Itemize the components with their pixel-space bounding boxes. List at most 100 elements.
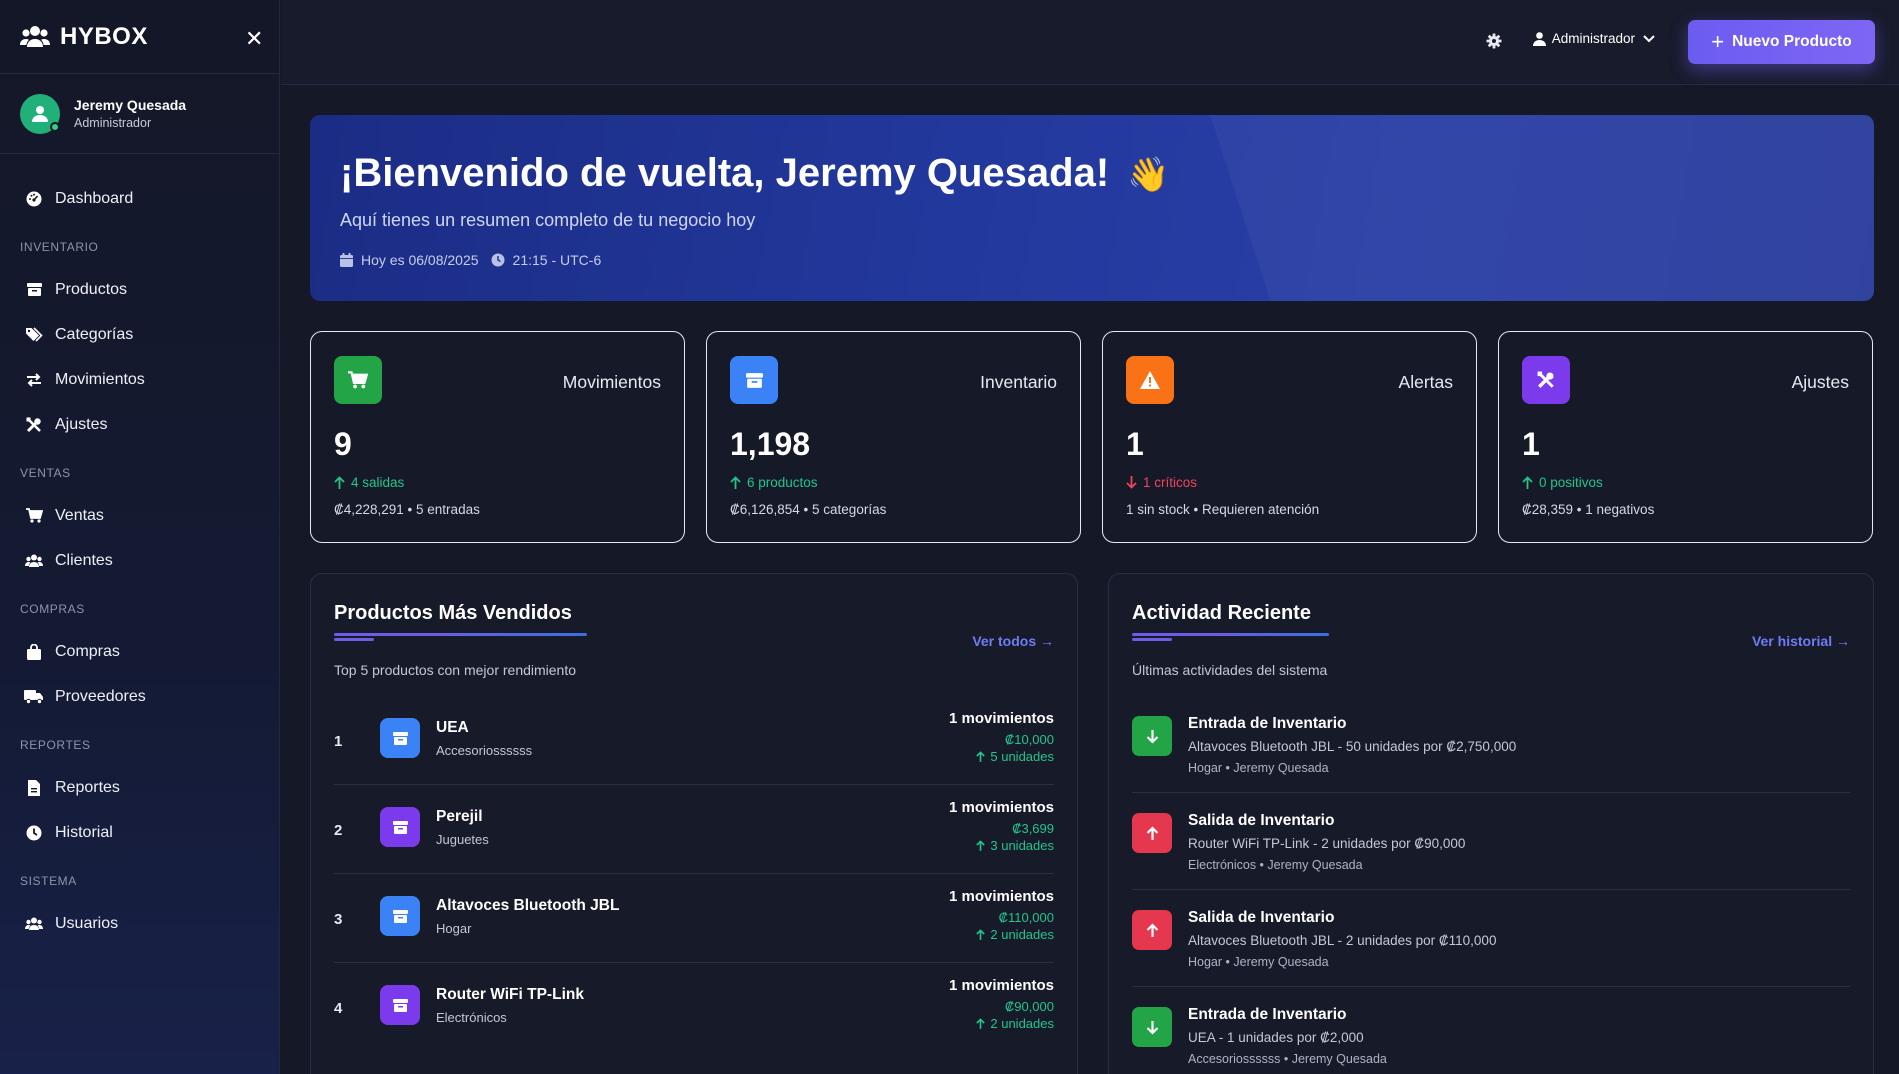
- close-sidebar-icon[interactable]: ✕: [245, 28, 263, 50]
- user-role: Administrador: [74, 116, 152, 130]
- user-profile[interactable]: Jeremy Quesada Administrador: [0, 74, 279, 154]
- user-name: Jeremy Quesada: [74, 97, 187, 113]
- sidebar-item-productos[interactable]: Productos: [0, 267, 279, 312]
- product-row[interactable]: 3 Altavoces Bluetooth JBL Hogar 1 movimi…: [334, 874, 1054, 963]
- stat-trend-text: 1 críticos: [1143, 475, 1198, 490]
- stat-trend: 6 productos: [730, 475, 818, 490]
- box-icon: [380, 718, 420, 758]
- activity-description: Router WiFi TP-Link - 2 unidades por ₡90…: [1188, 836, 1466, 851]
- activity-item[interactable]: Entrada de Inventario Altavoces Bluetoot…: [1132, 696, 1850, 793]
- product-name: Altavoces Bluetooth JBL: [436, 897, 620, 914]
- product-rank: 3: [334, 911, 343, 928]
- sidebar-item-ajustes[interactable]: Ajustes: [0, 402, 279, 447]
- arrow-up-icon: [976, 929, 986, 940]
- view-history-link[interactable]: Ver historial →: [1752, 633, 1850, 649]
- activity-item[interactable]: Salida de Inventario Altavoces Bluetooth…: [1132, 890, 1850, 987]
- arrow-up-icon: [1522, 476, 1533, 489]
- product-row[interactable]: 1 UEA Accesoriossssss 1 movimientos ₡10,…: [334, 696, 1054, 785]
- current-date: Hoy es 06/08/2025: [361, 252, 479, 268]
- box-icon: [380, 807, 420, 847]
- welcome-subtitle: Aquí tienes un resumen completo de tu ne…: [340, 210, 756, 230]
- stat-card-ajustes[interactable]: Ajustes 1 0 positivos ₡28,359 • 1 negati…: [1498, 331, 1873, 543]
- view-all-link[interactable]: Ver todos →: [972, 633, 1054, 649]
- sidebar-item-label: Clientes: [55, 551, 113, 569]
- product-units-text: 3 unidades: [990, 838, 1054, 853]
- arrow-down-icon: [1126, 476, 1137, 489]
- box-icon: [24, 280, 44, 300]
- box-icon: [380, 896, 420, 936]
- product-units: 3 unidades: [976, 838, 1054, 853]
- welcome-title-text: ¡Bienvenido de vuelta, Jeremy Quesada!: [340, 151, 1110, 195]
- activity-description: Altavoces Bluetooth JBL - 50 unidades po…: [1188, 739, 1517, 754]
- clock-icon: [24, 823, 44, 843]
- stat-title: Movimientos: [562, 372, 661, 392]
- avatar: [20, 93, 60, 134]
- users-logo-icon: [20, 25, 50, 47]
- activity-item[interactable]: Salida de Inventario Router WiFi TP-Link…: [1132, 793, 1850, 890]
- activity-meta: Electrónicos • Jeremy Quesada: [1188, 858, 1363, 872]
- product-movements: 1 movimientos: [948, 799, 1054, 816]
- product-rank: 4: [334, 1000, 343, 1017]
- arrow-up-icon: [730, 476, 741, 489]
- sidebar-item-label: Reportes: [55, 778, 120, 796]
- welcome-title: ¡Bienvenido de vuelta, Jeremy Quesada! 👋: [340, 151, 1170, 196]
- sidebar-item-historial[interactable]: Historial: [0, 810, 279, 855]
- sidebar-item-label: Dashboard: [55, 189, 134, 207]
- sidebar-item-ventas[interactable]: Ventas: [0, 493, 279, 538]
- arrow-down-icon: [1132, 1007, 1172, 1047]
- product-row[interactable]: 2 Perejil Juguetes 1 movimientos ₡3,699 …: [334, 785, 1054, 874]
- arrow-up-icon: [976, 840, 986, 851]
- panel-title: Productos Más Vendidos: [334, 602, 572, 624]
- sidebar-item-usuarios[interactable]: Usuarios: [0, 901, 279, 946]
- stat-card-movimientos[interactable]: Movimientos 9 4 salidas ₡4,228,291 • 5 e…: [310, 331, 685, 543]
- sidebar-item-label: Movimientos: [55, 370, 145, 388]
- sidebar-item-categorias[interactable]: Categorías: [0, 312, 279, 357]
- brand-name: HYBOX: [60, 22, 148, 50]
- nav-section-inventario: INVENTARIO: [20, 240, 99, 254]
- product-rank: 1: [334, 733, 343, 750]
- gear-icon[interactable]: [1485, 32, 1503, 50]
- plus-icon: +: [1711, 29, 1725, 54]
- sidebar-item-label: Usuarios: [55, 914, 119, 932]
- topbar: Administrador + Nuevo Producto: [281, 0, 1899, 85]
- nav-section-sistema: SISTEMA: [20, 874, 77, 888]
- sidebar-item-label: Historial: [55, 823, 113, 841]
- current-time: 21:15 - UTC-6: [512, 252, 602, 268]
- product-category: Accesoriossssss: [436, 743, 533, 758]
- activity-description: Altavoces Bluetooth JBL - 2 unidades por…: [1188, 933, 1497, 948]
- stat-badge: [730, 356, 778, 404]
- activity-title: Entrada de Inventario: [1188, 715, 1347, 732]
- product-units-text: 2 unidades: [990, 927, 1054, 942]
- stat-footer: 1 sin stock • Requieren atención: [1126, 502, 1320, 517]
- stat-card-alertas[interactable]: Alertas 1 1 críticos 1 sin stock • Requi…: [1102, 331, 1477, 543]
- tools-icon: [24, 415, 44, 435]
- arrow-up-icon: [1132, 813, 1172, 853]
- sidebar-item-reportes[interactable]: Reportes: [0, 765, 279, 810]
- activity-item[interactable]: Entrada de Inventario UEA - 1 unidades p…: [1132, 987, 1850, 1074]
- sidebar-item-clientes[interactable]: Clientes: [0, 538, 279, 583]
- title-underline: [334, 633, 587, 641]
- user-icon: [32, 105, 48, 122]
- product-units-text: 2 unidades: [990, 1016, 1054, 1031]
- sidebar-item-proveedores[interactable]: Proveedores: [0, 674, 279, 719]
- arrow-up-icon: [976, 1018, 986, 1029]
- truck-icon: [24, 687, 44, 707]
- online-status-dot: [50, 121, 60, 132]
- product-row[interactable]: 4 Router WiFi TP-Link Electrónicos 1 mov…: [334, 963, 1054, 1052]
- sidebar-item-dashboard[interactable]: Dashboard: [0, 176, 279, 221]
- stat-footer: ₡28,359 • 1 negativos: [1522, 502, 1655, 517]
- product-name: Perejil: [436, 808, 483, 825]
- product-category: Hogar: [436, 921, 472, 936]
- admin-menu[interactable]: Administrador: [1532, 31, 1661, 46]
- product-rank: 2: [334, 822, 343, 839]
- stat-trend: 1 críticos: [1126, 475, 1197, 490]
- chevron-down-icon: [1643, 34, 1655, 42]
- new-product-button[interactable]: + Nuevo Producto: [1688, 20, 1875, 64]
- stat-trend-text: 4 salidas: [351, 475, 405, 490]
- box-icon: [745, 372, 763, 388]
- sidebar-item-movimientos[interactable]: Movimientos: [0, 357, 279, 402]
- panel-subtitle: Últimas actividades del sistema: [1132, 662, 1328, 678]
- stat-card-inventario[interactable]: Inventario 1,198 6 productos ₡6,126,854 …: [706, 331, 1081, 543]
- product-movements: 1 movimientos: [948, 710, 1054, 727]
- sidebar-item-compras[interactable]: Compras: [0, 629, 279, 674]
